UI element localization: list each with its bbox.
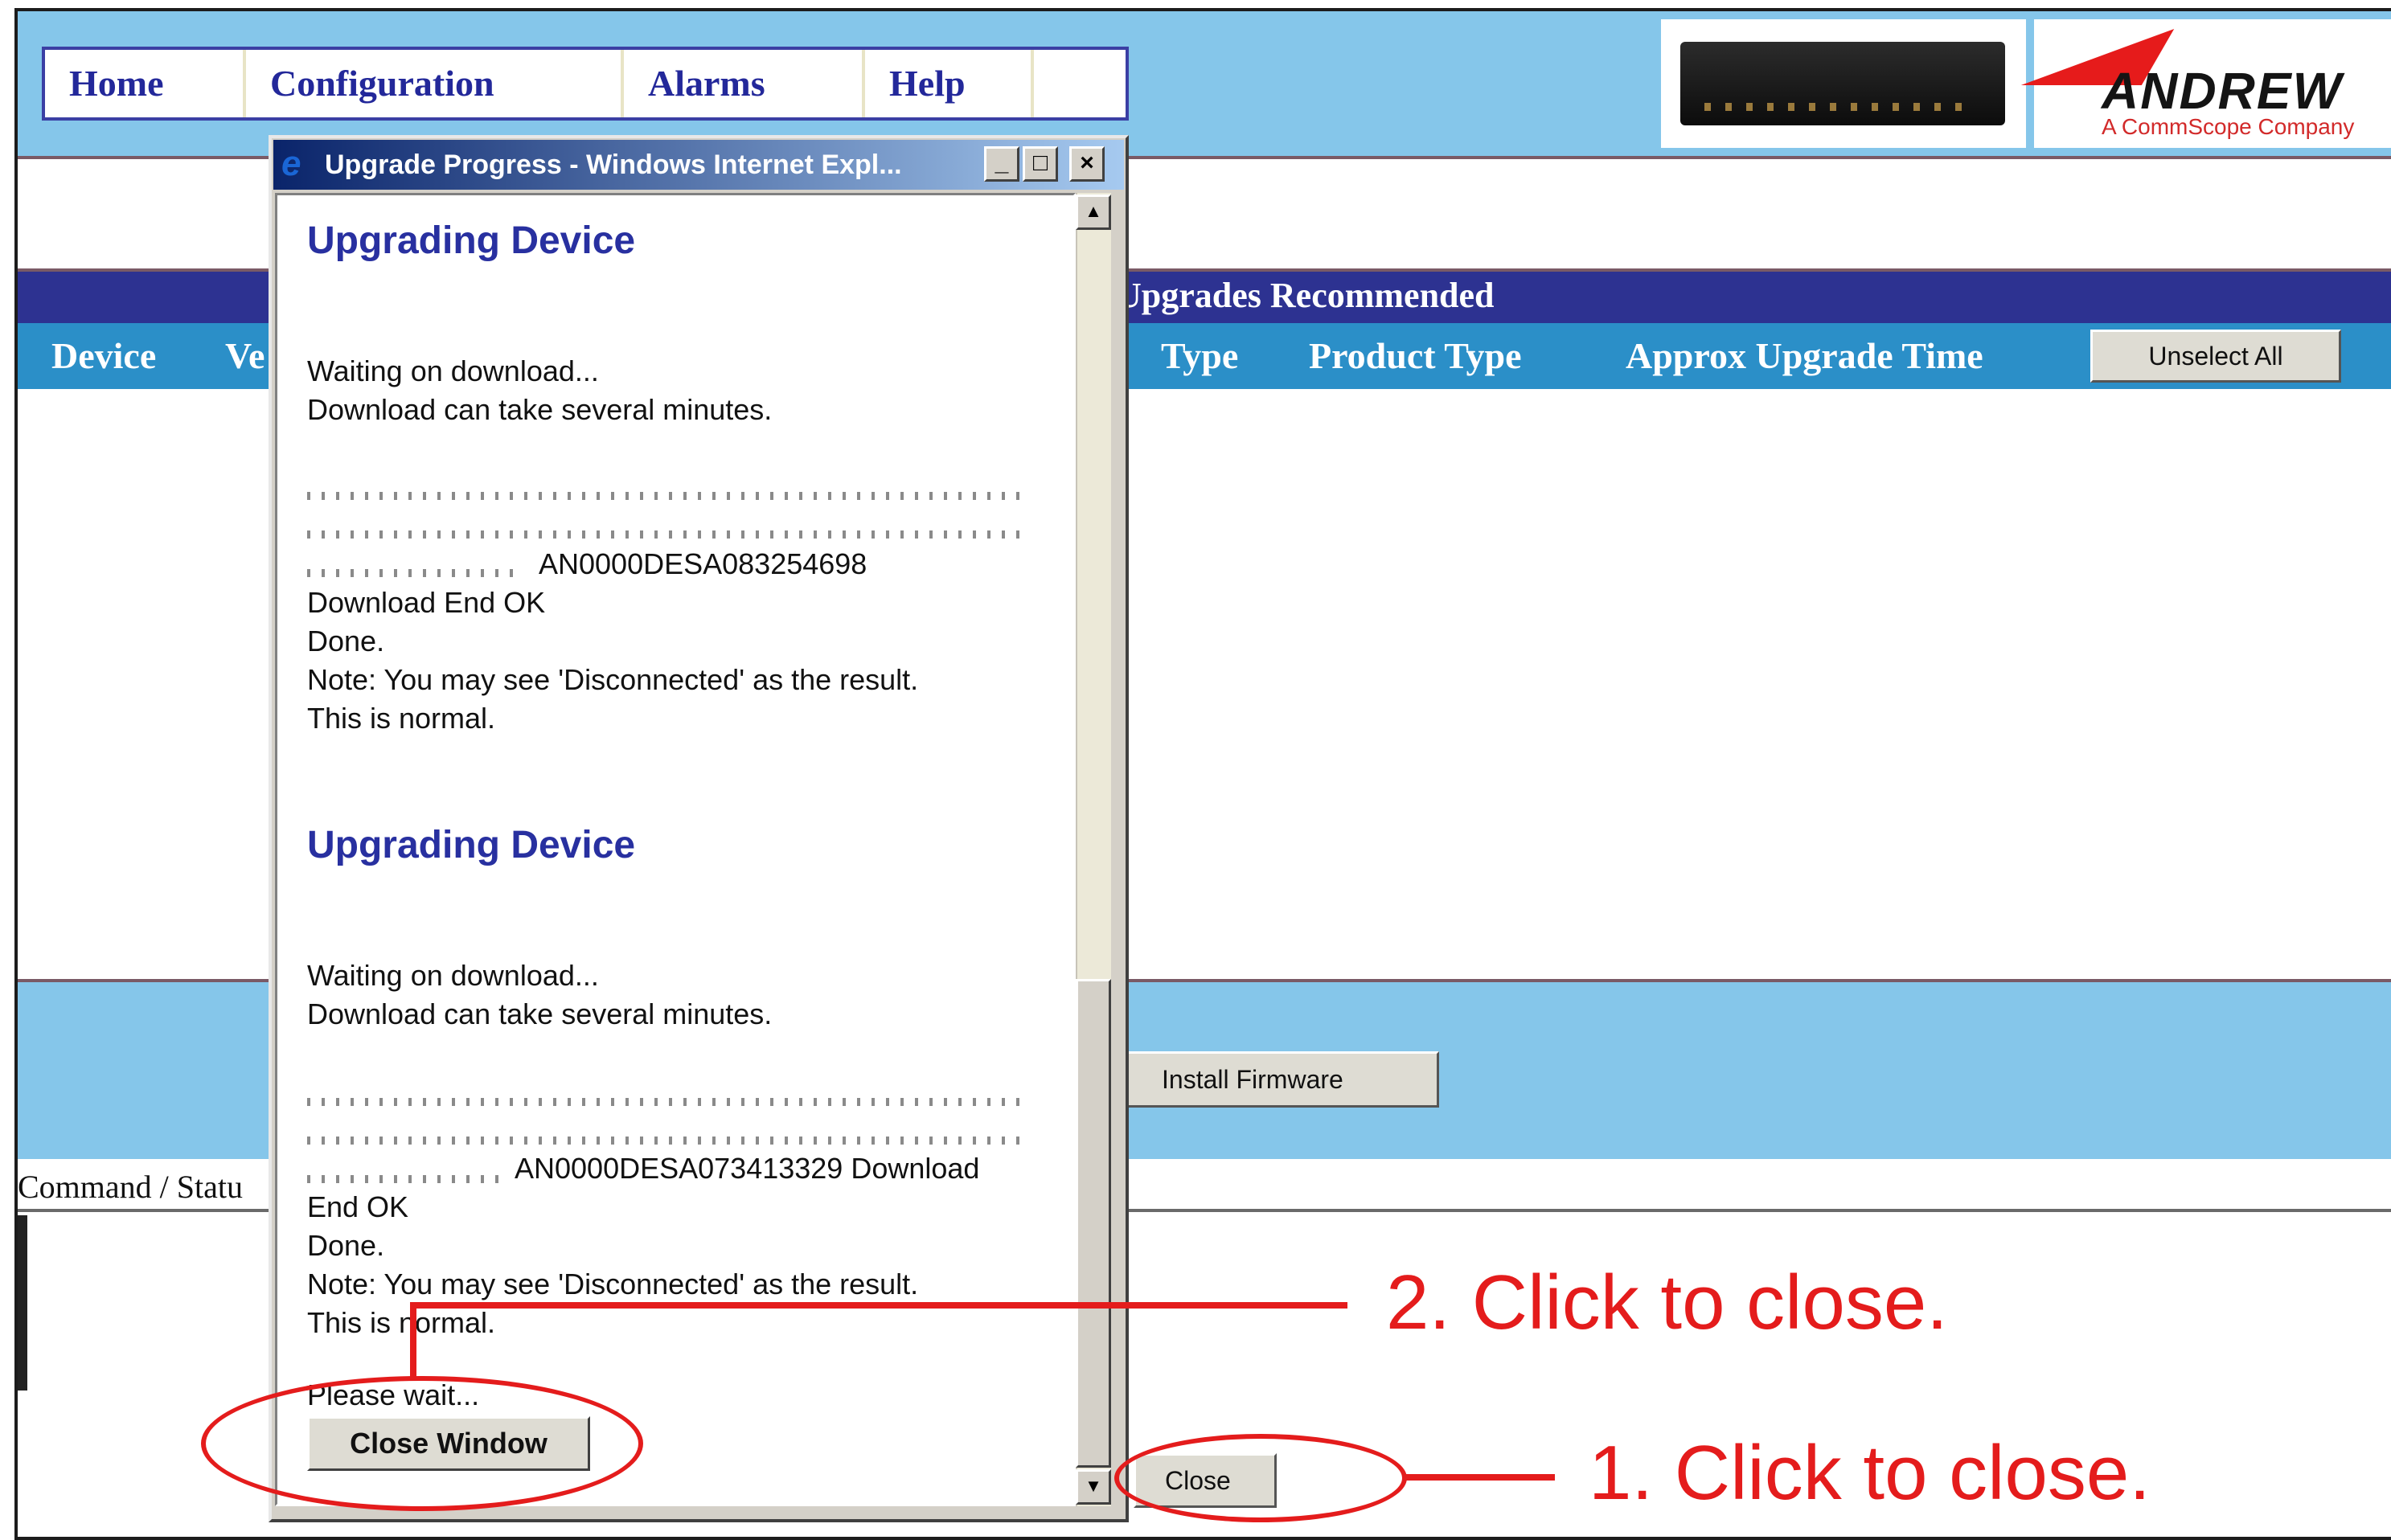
maximize-icon[interactable]: □ [1023,146,1058,182]
menu-bar: Home Configuration Alarms Help [42,47,1129,121]
annotation-connector [410,1302,416,1379]
status-line: Waiting on download... [307,959,599,992]
column-version: Ve [225,335,265,376]
command-status-box-edge [18,1215,27,1391]
status-line: Note: You may see 'Disconnected' as the … [307,663,919,696]
status-line: End OK [307,1190,409,1223]
status-line: Download can take several minutes. [307,393,773,426]
device-serial: AN0000DESA083254698 [539,547,867,580]
progress-dots [307,1137,1031,1145]
menu-help[interactable]: Help [865,50,1034,117]
unselect-all-button[interactable]: Unselect All [2090,330,2341,383]
scroll-down-arrow-icon[interactable]: ▼ [1076,1469,1111,1505]
progress-dots [307,1098,1031,1106]
status-line: Done. [307,625,385,657]
status-line: Done. [307,1229,385,1262]
annotation-connector [410,1302,1347,1309]
popup-title: Upgrade Progress - Windows Internet Expl… [325,149,902,180]
annotation-step2: 2. Click to close. [1386,1259,1948,1345]
annotation-step1: 1. Click to close. [1589,1430,2151,1516]
device-indicator-lights [1704,103,1962,111]
minimize-icon[interactable]: _ [984,146,1019,182]
annotation-connector [1405,1474,1555,1481]
annotation-ellipse-close-window [201,1376,643,1511]
internet-explorer-icon: e [281,144,301,183]
status-line: This is normal. [307,1306,496,1339]
logo-tagline: A CommScope Company [2102,114,2355,139]
column-approx-upgrade-time: Approx Upgrade Time [1626,335,1983,376]
column-device: Device [51,335,157,376]
progress-dots [307,492,1031,500]
progress-dots [307,1175,500,1183]
column-type: Type [1161,335,1239,376]
progress-dots [307,530,1031,539]
device-chassis-image [1680,42,2005,125]
upgrading-device-heading: Upgrading Device [307,219,636,262]
column-product-type: Product Type [1309,335,1522,376]
device-serial: AN0000DESA073413329 Download [515,1152,980,1185]
status-line: Waiting on download... [307,354,599,387]
command-status-label: Command / Statu [18,1169,243,1205]
progress-dots [307,569,524,577]
install-firmware-button[interactable]: Install Firmware [1119,1051,1439,1108]
menu-configuration[interactable]: Configuration [246,50,624,117]
close-icon[interactable]: × [1069,146,1105,182]
menu-home[interactable]: Home [45,50,246,117]
scroll-up-arrow-icon[interactable]: ▲ [1076,195,1111,230]
status-line: Download End OK [307,586,546,619]
status-line: Download can take several minutes. [307,997,773,1030]
upgrading-device-heading: Upgrading Device [307,824,636,866]
scrollbar-thumb[interactable] [1076,979,1111,1468]
section-title: Upgrades Recommended [1116,276,1495,315]
status-line: This is normal. [307,702,496,735]
menu-alarms[interactable]: Alarms [624,50,865,117]
annotation-ellipse-close [1114,1434,1407,1522]
status-line: Note: You may see 'Disconnected' as the … [307,1268,919,1300]
logo-brand: ANDREW [2102,62,2343,120]
